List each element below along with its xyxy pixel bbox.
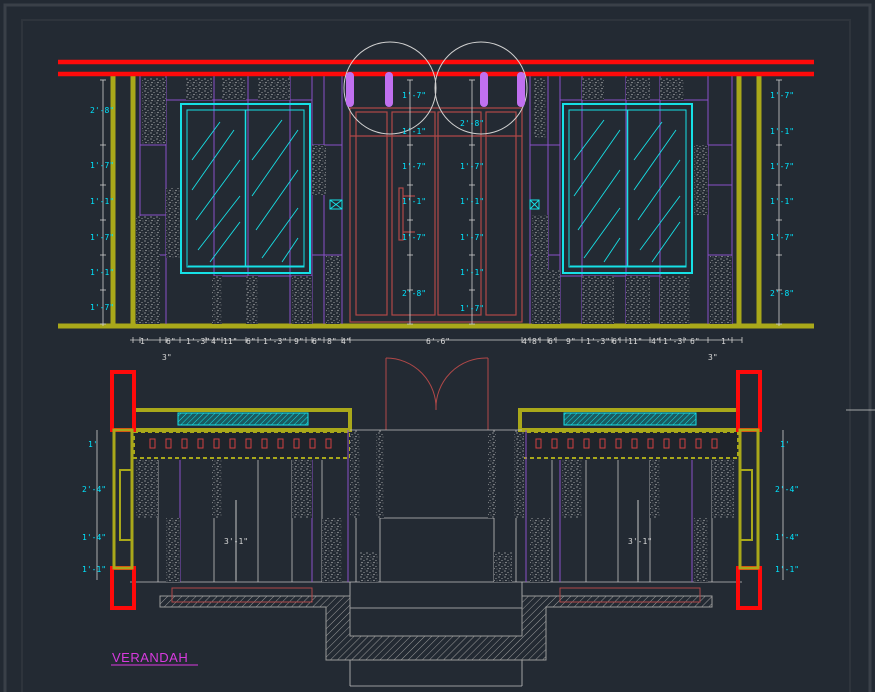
dim-text: 4": [341, 337, 351, 346]
dim-text: 1'-1": [770, 127, 794, 136]
dim-text: 3": [708, 353, 718, 362]
dim-text: 1'-4": [82, 533, 106, 542]
dim-text: 1'-4": [775, 533, 799, 542]
dim-text: 1'-1": [90, 268, 114, 277]
dim-text: 1'-1": [90, 197, 114, 206]
main-door: [349, 107, 523, 323]
dim-text: 1'-1": [402, 127, 426, 136]
door-swing-arcs: [385, 357, 489, 430]
dim-text: 3'-1": [224, 537, 248, 546]
elevation-stone-cladding: [136, 78, 732, 324]
dim-text: 1'-7": [460, 233, 484, 242]
dim-text: 1'-7": [770, 91, 794, 100]
elevation-view: 2'-8" 1'-7" 1'-1" 1'-7" 1'-1" 1'-7" 1'-7…: [58, 41, 814, 362]
dim-text: 1'-1": [82, 565, 106, 574]
dim-text: 1': [140, 337, 150, 346]
dim-text: 1'-7": [770, 162, 794, 171]
drawing-title: VERANDAH: [111, 650, 198, 666]
dim-text: 11": [628, 337, 642, 346]
dim-text: 6": [612, 337, 622, 346]
dim-text: 9": [566, 337, 576, 346]
dim-text: 2'-4": [775, 485, 799, 494]
dim-text: 1'-7": [460, 304, 484, 313]
dim-text: 4": [651, 337, 661, 346]
dim-text: 1'-3": [663, 337, 687, 346]
dim-text: 11": [223, 337, 237, 346]
dim-text: 1'-7": [90, 233, 114, 242]
dim-text: 2'-4": [82, 485, 106, 494]
dim-text: 9": [294, 337, 304, 346]
dim-text: 1'-7": [90, 303, 114, 312]
dim-text: 6": [246, 337, 256, 346]
dim-text: 6": [166, 337, 176, 346]
dim-text: 2'-8": [770, 289, 794, 298]
elevation-left-dims: 2'-8" 1'-7" 1'-1" 1'-7" 1'-1" 1'-7": [90, 106, 114, 312]
dim-text: 1'-7": [770, 233, 794, 242]
dim-text: 1'-3": [586, 337, 610, 346]
dim-text: 1'-3": [263, 337, 287, 346]
switch-box-left: [329, 199, 343, 210]
dim-text: 4": [211, 337, 221, 346]
dim-text: 2'-8": [460, 119, 484, 128]
dim-text: 8": [327, 337, 337, 346]
dim-text: 1'-1": [402, 197, 426, 206]
section-left-dims: 1' 2'-4" 1'-4" 1'-1": [82, 440, 106, 574]
dim-text: 1'-1": [770, 197, 794, 206]
dim-text: 1'-7": [402, 91, 426, 100]
window-glass-hatch: [191, 119, 681, 263]
dim-text: 1'-3": [186, 337, 210, 346]
section-right-bay: [518, 408, 740, 459]
dim-text: 2'-8": [402, 289, 426, 298]
dim-text: 1': [88, 440, 98, 449]
dim-text: 1'-7": [460, 162, 484, 171]
dim-text: 6'-6": [426, 337, 450, 346]
dim-text: 1': [780, 440, 790, 449]
dim-text: 2'-8": [90, 106, 114, 115]
switch-box-right: [529, 199, 540, 210]
elevation-bottom-dims: 1' 6" 1'-3" 4" 11" 6" 1'-3" 9" 6" 8" 4" …: [140, 337, 731, 362]
plinth-steps: [159, 587, 713, 661]
elevation-right-dims: 1'-7" 1'-1" 1'-7" 1'-1" 1'-7" 2'-8": [770, 91, 794, 298]
dim-text: 6": [312, 337, 322, 346]
elevation-center-left-dims: 1'-7" 1'-1" 1'-7" 1'-1" 1'-7" 2'-8": [402, 91, 426, 298]
section-left-bay: [132, 408, 352, 459]
section-view: 1' 2'-4" 1'-4" 1'-1" 1' 2'-4" 1'-4" 1'-1…: [82, 357, 875, 687]
dim-text: 1'-7": [402, 233, 426, 242]
dim-text: 4": [522, 337, 532, 346]
dim-text: 3": [162, 353, 172, 362]
cad-drawing-canvas: 2'-8" 1'-7" 1'-1" 1'-7" 1'-1" 1'-7" 1'-7…: [3, 3, 875, 692]
dim-text: 6": [548, 337, 558, 346]
section-right-dims: 1' 2'-4" 1'-4" 1'-1": [775, 440, 799, 574]
dim-text: 1'-7": [402, 162, 426, 171]
dim-text: 6": [690, 337, 700, 346]
dim-text: 1'-1": [775, 565, 799, 574]
dim-text: 8": [532, 337, 542, 346]
cove-light-slots: [149, 438, 718, 449]
dim-text: 1'-1": [460, 268, 484, 277]
dim-text: 1': [721, 337, 731, 346]
dim-text: 1'-7": [90, 161, 114, 170]
drawing-title-text: VERANDAH: [112, 650, 188, 665]
dim-text: 1'-1": [460, 197, 484, 206]
dim-text: 3'-1": [628, 537, 652, 546]
